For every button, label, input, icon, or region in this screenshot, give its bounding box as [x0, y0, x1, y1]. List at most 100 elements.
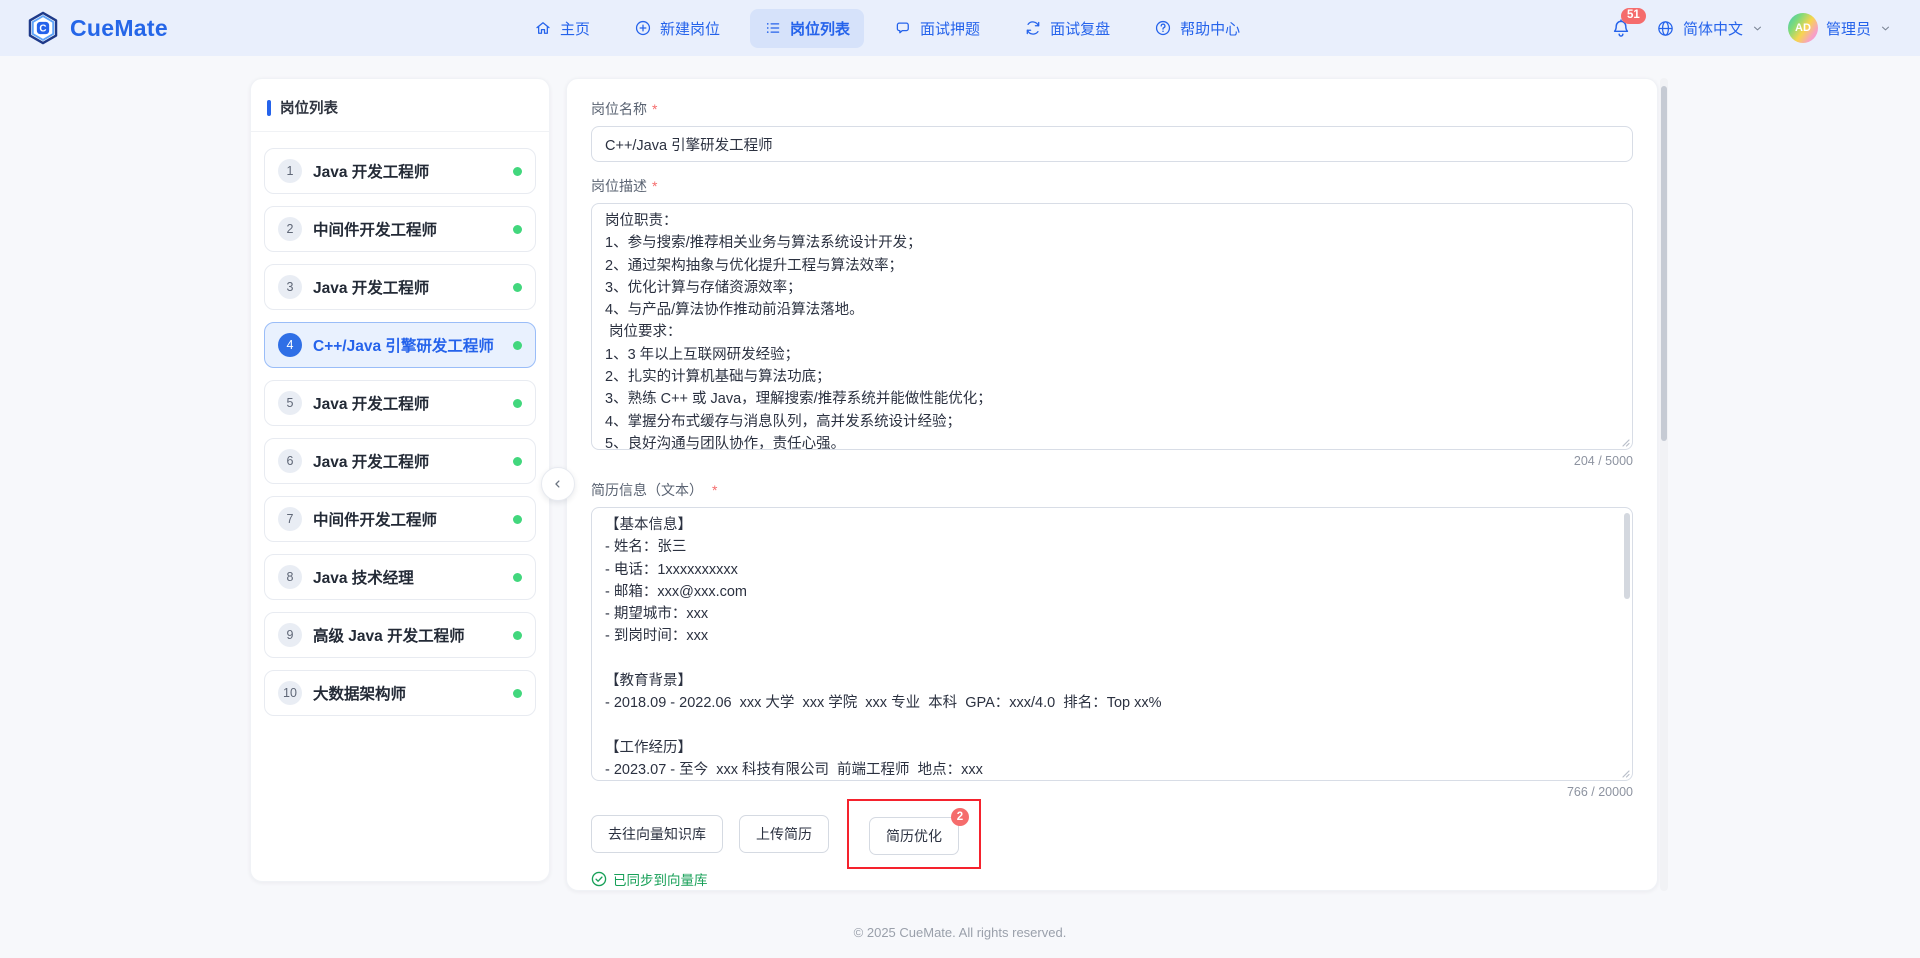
status-dot [513, 341, 522, 350]
resume-info-wrap: 【基本信息】 - 姓名：张三 - 电话：1xxxxxxxxxx - 邮箱：xxx… [591, 507, 1633, 781]
job-title: 高级 Java 开发工程师 [313, 624, 465, 646]
job-detail-form: 岗位名称 * 岗位描述 * 岗位职责： 1、参与搜索/推荐相关业务与算法系统设计… [566, 78, 1658, 891]
resume-textarea-scrollbar[interactable] [1624, 513, 1630, 599]
status-dot [513, 225, 522, 234]
job-list-header: 岗位列表 [251, 79, 549, 132]
top-navbar: C CueMate 主页 新建岗位 [0, 0, 1920, 56]
globe-icon [1656, 19, 1675, 38]
nav-item-label: 岗位列表 [790, 18, 850, 39]
job-name-label: 岗位名称 * [591, 99, 1633, 119]
job-list: 1 Java 开发工程师 2 中间件开发工程师 3 Java 开发工程师 4 C… [251, 132, 549, 732]
status-dot [513, 457, 522, 466]
cuemate-app: C CueMate 主页 新建岗位 [0, 0, 1920, 958]
user-name-label: 管理员 [1826, 18, 1871, 39]
language-selector[interactable]: 简体中文 [1656, 18, 1764, 39]
nav-item-label: 面试押题 [920, 18, 980, 39]
chevron-left-icon [551, 477, 565, 491]
job-number-badge: 8 [278, 565, 302, 589]
brand-logo[interactable]: C CueMate [26, 0, 168, 56]
tutorial-highlight-box: 简历优化 2 [847, 799, 981, 869]
job-list-title: 岗位列表 [280, 97, 338, 118]
footer: © 2025 CueMate. All rights reserved. [0, 925, 1920, 940]
notifications-button[interactable]: 51 [1610, 17, 1632, 39]
nav-item-job-list[interactable]: 岗位列表 [750, 9, 864, 48]
chat-icon [894, 19, 912, 37]
job-list-item[interactable]: 8 Java 技术经理 [264, 554, 536, 600]
main-nav: 主页 新建岗位 岗位列表 面 [520, 0, 1254, 56]
job-title: Java 技术经理 [313, 566, 414, 588]
chevron-down-icon [1879, 22, 1892, 35]
job-number-badge: 7 [278, 507, 302, 531]
job-description-textarea[interactable]: 岗位职责： 1、参与搜索/推荐相关业务与算法系统设计开发； 2、通过架构抽象与优… [591, 203, 1633, 450]
goto-vector-kb-button[interactable]: 去往向量知识库 [591, 815, 723, 853]
chevron-down-icon [1751, 22, 1764, 35]
job-list-item[interactable]: 5 Java 开发工程师 [264, 380, 536, 426]
job-title: C++/Java 引擎研发工程师 [313, 334, 494, 356]
upload-resume-button[interactable]: 上传简历 [739, 815, 829, 853]
notification-count-badge: 51 [1621, 8, 1646, 24]
svg-text:C: C [39, 24, 46, 35]
job-title: 中间件开发工程师 [313, 218, 437, 240]
home-icon [534, 19, 552, 37]
job-list-item[interactable]: 1 Java 开发工程师 [264, 148, 536, 194]
accent-bar [267, 100, 271, 116]
nav-item-label: 主页 [560, 18, 590, 39]
user-menu[interactable]: AD 管理员 [1788, 13, 1892, 43]
job-list-item[interactable]: 2 中间件开发工程师 [264, 206, 536, 252]
nav-item-home[interactable]: 主页 [520, 9, 604, 48]
collapse-sidebar-button[interactable] [541, 467, 575, 501]
job-title: Java 开发工程师 [313, 392, 429, 414]
sync-status: 已同步到向量库 [591, 869, 1633, 889]
job-list-item[interactable]: 6 Java 开发工程师 [264, 438, 536, 484]
job-title: Java 开发工程师 [313, 276, 429, 298]
job-number-badge: 3 [278, 275, 302, 299]
job-number-badge: 5 [278, 391, 302, 415]
topbar-right: 51 简体中文 AD 管理员 [1610, 0, 1892, 56]
job-title: Java 开发工程师 [313, 450, 429, 472]
nav-item-interview-questions[interactable]: 面试押题 [880, 9, 994, 48]
scrollbar-thumb[interactable] [1661, 86, 1667, 441]
list-icon [764, 19, 782, 37]
nav-item-label: 面试复盘 [1050, 18, 1110, 39]
avatar: AD [1788, 13, 1818, 43]
nav-item-new-job[interactable]: 新建岗位 [620, 9, 734, 48]
status-dot [513, 631, 522, 640]
nav-item-interview-review[interactable]: 面试复盘 [1010, 9, 1124, 48]
job-name-input[interactable] [591, 126, 1633, 162]
job-number-badge: 9 [278, 623, 302, 647]
resume-info-textarea[interactable]: 【基本信息】 - 姓名：张三 - 电话：1xxxxxxxxxx - 邮箱：xxx… [591, 507, 1633, 781]
job-description-wrap: 岗位职责： 1、参与搜索/推荐相关业务与算法系统设计开发； 2、通过架构抽象与优… [591, 203, 1633, 450]
resize-handle-icon[interactable] [1620, 437, 1630, 447]
resume-info-label: 简历信息（文本） * [591, 480, 1633, 500]
status-dot [513, 283, 522, 292]
job-list-item[interactable]: 9 高级 Java 开发工程师 [264, 612, 536, 658]
job-list-item[interactable]: 3 Java 开发工程师 [264, 264, 536, 310]
sync-status-label: 已同步到向量库 [613, 869, 708, 889]
job-list-item[interactable]: 7 中间件开发工程师 [264, 496, 536, 542]
cuemate-logo-icon: C [26, 11, 60, 45]
nav-item-label: 新建岗位 [660, 18, 720, 39]
job-title: 大数据架构师 [313, 682, 406, 704]
job-number-badge: 10 [278, 681, 302, 705]
required-marker: * [652, 101, 657, 117]
job-list-item-selected[interactable]: 4 C++/Java 引擎研发工程师 [264, 322, 536, 368]
nav-item-help-center[interactable]: 帮助中心 [1140, 9, 1254, 48]
status-dot [513, 399, 522, 408]
check-circle-icon [591, 871, 607, 887]
optimize-resume-wrap: 简历优化 2 [869, 817, 959, 855]
job-list-item[interactable]: 10 大数据架构师 [264, 670, 536, 716]
main-scrollbar[interactable] [1660, 78, 1668, 891]
status-dot [513, 167, 522, 176]
help-icon [1154, 19, 1172, 37]
job-list-panel: 岗位列表 1 Java 开发工程师 2 中间件开发工程师 3 Java 开发工程… [250, 78, 550, 882]
description-char-counter: 204 / 5000 [591, 454, 1633, 468]
optimize-resume-button[interactable]: 简历优化 [869, 817, 959, 855]
refresh-icon [1024, 19, 1042, 37]
nav-item-label: 帮助中心 [1180, 18, 1240, 39]
resize-handle-icon[interactable] [1620, 768, 1630, 778]
resume-char-counter: 766 / 20000 [591, 785, 1633, 799]
optimize-count-badge: 2 [951, 808, 969, 826]
form-actions: 去往向量知识库 上传简历 简历优化 2 [591, 801, 1633, 867]
job-number-badge: 2 [278, 217, 302, 241]
plus-circle-icon [634, 19, 652, 37]
